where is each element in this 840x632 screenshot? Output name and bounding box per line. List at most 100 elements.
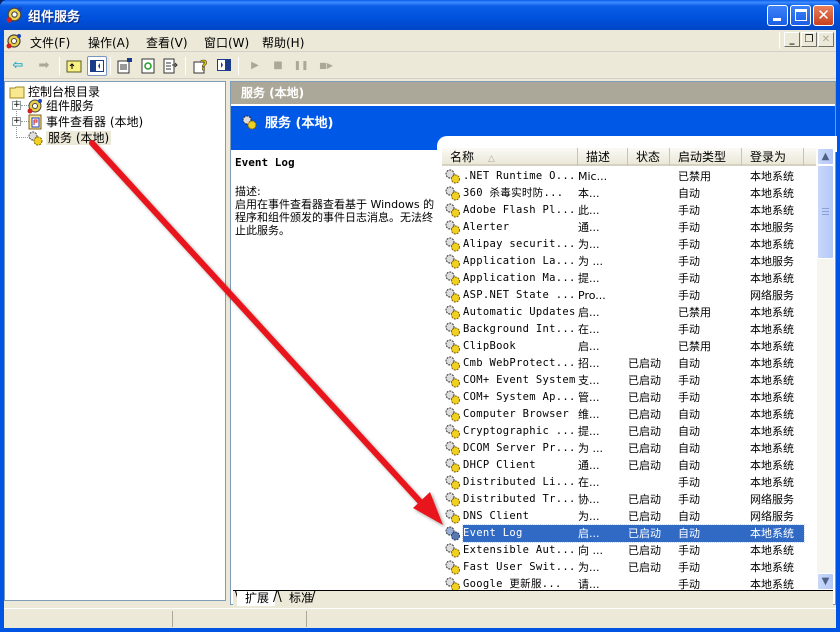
service-row[interactable]: Adobe Flash Pl... 此... 手动 本地系统	[442, 202, 816, 219]
service-row[interactable]: Alipay securit... 为... 手动 本地系统	[442, 236, 816, 253]
service-row[interactable]: DNS Client 为... 已启动 自动 网络服务	[442, 508, 816, 525]
menu-help[interactable]: 帮助(H)	[262, 34, 304, 51]
mdi-controls: _ ❐ ✕	[779, 32, 834, 49]
service-description: Pro...	[578, 289, 606, 302]
tab-edge: /	[311, 590, 316, 605]
help-button[interactable]: ?	[191, 56, 211, 76]
service-row[interactable]: COM+ System Ap... 管... 已启动 手动 本地系统	[442, 389, 816, 406]
service-gear-icon	[444, 559, 462, 576]
service-row[interactable]: DHCP Client 通... 已启动 自动 本地系统	[442, 457, 816, 474]
menu-view[interactable]: 查看(V)	[146, 34, 188, 51]
service-description: 启...	[578, 340, 600, 353]
tab-extended[interactable]: 扩展	[237, 591, 275, 606]
service-status	[628, 202, 678, 219]
service-status: 已启动	[628, 459, 661, 472]
vertical-scrollbar[interactable]: ▲ ▼	[817, 148, 834, 590]
service-row[interactable]: Google 更新服... 请... 手动 本地系统	[442, 576, 816, 590]
tree-item-services-local[interactable]: 服务 (本地)	[27, 130, 112, 146]
menu-window[interactable]: 窗口(W)	[204, 34, 249, 51]
service-row[interactable]: Application La... 为 ... 手动 本地服务	[442, 253, 816, 270]
service-logon-as: 本地系统	[750, 476, 794, 489]
service-status: 已启动	[628, 561, 661, 574]
service-row[interactable]: Automatic Updates 启... 已禁用 本地系统	[442, 304, 816, 321]
back-button[interactable]: ⇦	[8, 56, 28, 76]
service-gear-icon	[444, 389, 462, 406]
tree-item-event-viewer[interactable]: 事件查看器 (本地)	[27, 114, 143, 130]
service-status	[628, 304, 678, 321]
service-description: 本...	[578, 187, 600, 200]
column-header-description[interactable]: 描述	[578, 148, 628, 166]
service-name: Application La...	[463, 255, 576, 267]
toolbar-separator	[238, 57, 239, 75]
service-name: ClipBook	[463, 340, 516, 352]
menu-action[interactable]: 操作(A)	[88, 34, 130, 51]
service-gear-icon	[444, 270, 462, 287]
scroll-thumb[interactable]	[817, 165, 834, 259]
stop-service-button: ■	[268, 56, 288, 76]
scroll-up-button[interactable]: ▲	[817, 148, 834, 165]
service-name: Background Int...	[463, 323, 576, 335]
service-logon-as: 本地系统	[750, 391, 794, 404]
service-row[interactable]: ClipBook 启... 已禁用 本地系统	[442, 338, 816, 355]
show-hide-tree-button[interactable]	[87, 56, 107, 76]
mdi-minimize-button[interactable]: _	[784, 32, 800, 47]
service-row[interactable]: Fast User Swit... 为... 已启动 手动 本地系统	[442, 559, 816, 576]
service-gear-icon	[444, 185, 462, 202]
system-menu-icon[interactable]	[6, 33, 22, 49]
service-row[interactable]: Event Log 启... 已启动 自动 本地系统	[442, 524, 816, 543]
mdi-restore-button[interactable]: ❐	[801, 32, 817, 47]
close-button[interactable]: ✕	[813, 5, 834, 26]
properties-button[interactable]	[115, 56, 135, 76]
service-description: 协...	[578, 493, 600, 506]
service-logon-as: 本地系统	[750, 340, 794, 353]
scroll-down-button[interactable]: ▼	[817, 573, 834, 590]
service-row[interactable]: Alerter 通... 手动 本地服务	[442, 219, 816, 236]
tree-expand-toggle[interactable]: +	[12, 101, 21, 110]
tree-item-component-services[interactable]: 组件服务	[27, 98, 94, 114]
minimize-button[interactable]	[767, 5, 788, 26]
service-row[interactable]: Computer Browser 维... 已启动 自动 本地系统	[442, 406, 816, 423]
service-status	[628, 287, 678, 304]
service-row[interactable]: COM+ Event System 支... 已启动 手动 本地系统	[442, 372, 816, 389]
tab-standard[interactable]: 标准	[283, 591, 323, 606]
export-list-icon	[163, 58, 178, 74]
column-header-status[interactable]: 状态	[628, 148, 670, 166]
column-label: 名称	[450, 150, 475, 164]
title-bar[interactable]: 组件服务 ✕	[0, 0, 840, 30]
service-row[interactable]: .NET Runtime O... Mic... 已禁用 本地系统	[442, 168, 816, 185]
column-header-name[interactable]: 名称 △	[442, 148, 578, 166]
service-gear-icon	[444, 508, 462, 525]
service-startup-type: 已禁用	[678, 340, 711, 353]
help-icon: ?	[193, 59, 208, 74]
restart-icon: ■▶	[319, 61, 333, 70]
service-row[interactable]: Application Ma... 提... 手动 本地系统	[442, 270, 816, 287]
service-status: 已启动	[628, 357, 661, 370]
service-startup-type: 自动	[678, 357, 700, 370]
service-row[interactable]: 360 杀毒实时防... 本... 自动 本地系统	[442, 185, 816, 202]
service-row[interactable]: DCOM Server Pr... 为 ... 已启动 自动 本地系统	[442, 440, 816, 457]
service-startup-type: 自动	[678, 442, 700, 455]
service-status	[628, 270, 678, 287]
service-name: DNS Client	[463, 510, 530, 522]
service-row[interactable]: Background Int... 在... 手动 本地系统	[442, 321, 816, 338]
service-startup-type: 手动	[678, 391, 700, 404]
column-header-startup-type[interactable]: 启动类型	[670, 148, 742, 166]
service-gear-icon	[444, 168, 462, 185]
menu-file[interactable]: 文件(F)	[30, 34, 70, 51]
service-row[interactable]: Distributed Li... 在... 手动 本地系统	[442, 474, 816, 491]
export-list-button[interactable]	[161, 56, 181, 76]
service-row[interactable]: Cryptographic ... 提... 已启动 自动 本地系统	[442, 423, 816, 440]
tree-expand-toggle[interactable]: +	[12, 117, 21, 126]
service-gear-icon	[444, 253, 462, 270]
service-row[interactable]: Extensible Aut... 向 ... 已启动 手动 本地系统	[442, 542, 816, 559]
column-header-logon-as[interactable]: 登录为	[742, 148, 804, 166]
show-hide-action-pane-button[interactable]	[214, 56, 234, 76]
service-logon-as: 本地系统	[750, 459, 794, 472]
up-one-level-button[interactable]	[64, 56, 84, 76]
maximize-button[interactable]	[790, 5, 811, 26]
service-row[interactable]: Distributed Tr... 协... 已启动 手动 网络服务	[442, 491, 816, 508]
service-row[interactable]: Cmb WebProtect... 招... 已启动 自动 本地系统	[442, 355, 816, 372]
service-row[interactable]: ASP.NET State ... Pro... 手动 网络服务	[442, 287, 816, 304]
list-header: 名称 △ 描述 状态 启动类型 登录为	[442, 148, 816, 166]
refresh-button[interactable]	[138, 56, 158, 76]
